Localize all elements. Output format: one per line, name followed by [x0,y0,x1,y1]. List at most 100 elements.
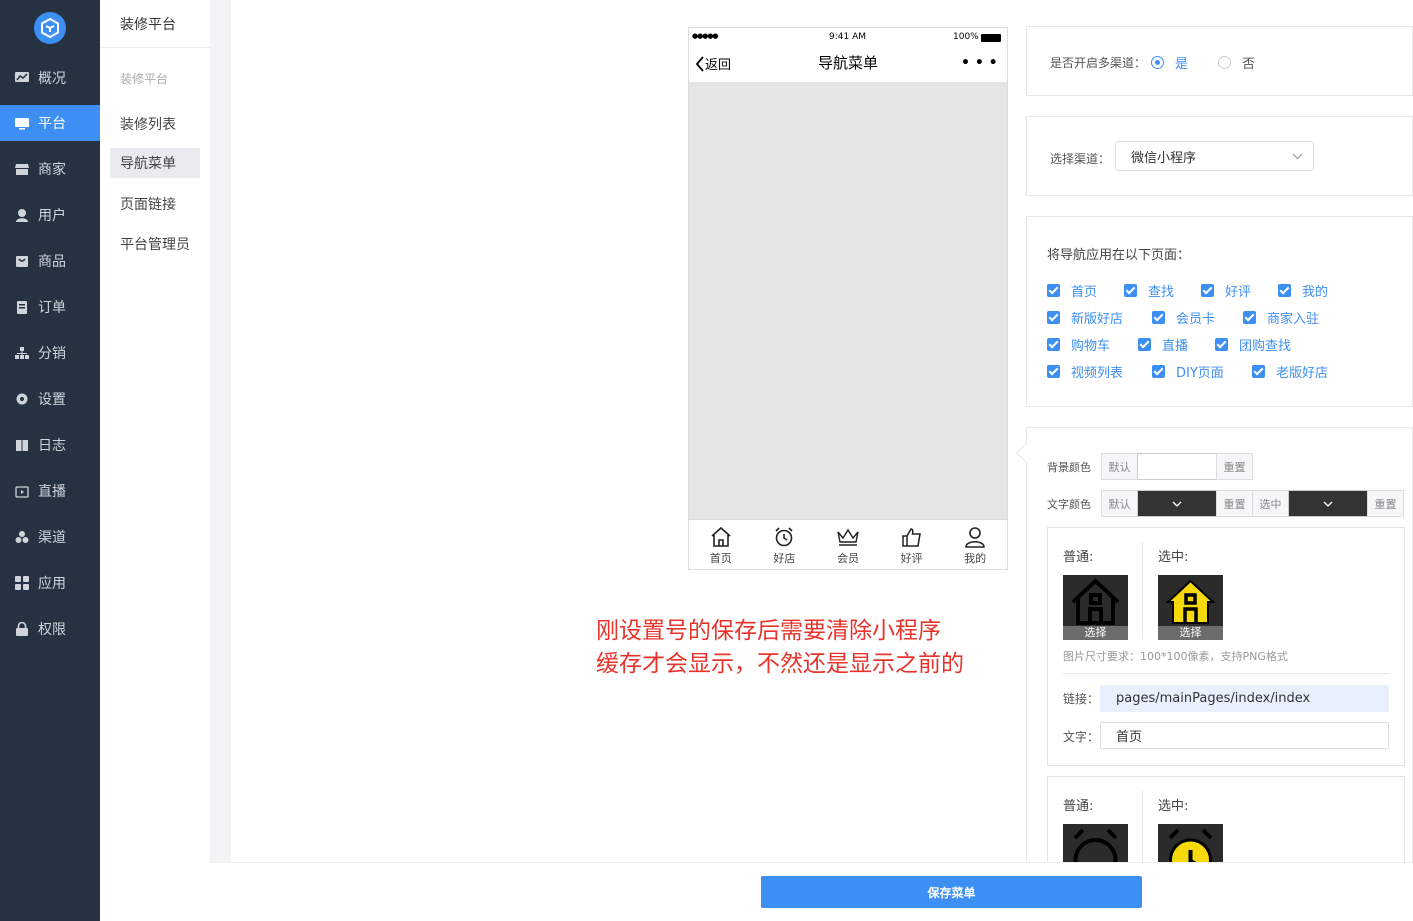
text-color-label: 文字颜色 [1047,498,1091,511]
radio-yes-dot [1151,56,1164,69]
text-selected-label: 选中 [1252,490,1289,517]
lock-icon [16,622,28,636]
sidebar-item-apps[interactable]: 应用 [0,565,100,601]
choose-button[interactable]: 选择 [1158,626,1223,640]
sidebar-item-distribution[interactable]: 分销 [0,335,100,371]
page-checkbox[interactable]: 商家入驻 [1243,308,1319,327]
tab-home[interactable]: 首页 [689,520,753,569]
chevron-down-icon [1172,501,1182,507]
text-reset-button[interactable]: 重置 [1216,490,1253,517]
tab-label: 首页 [709,552,732,565]
checkbox-label: 视频列表 [1071,366,1124,381]
page-checkbox[interactable]: 新版好店 [1047,308,1123,327]
text-selected-reset-button[interactable]: 重置 [1367,490,1404,517]
chevron-down-icon [1323,501,1333,507]
sidebar-item-user[interactable]: 用户 [0,197,100,233]
sidebar-item-label: 用户 [38,208,66,224]
tab-label: 我的 [964,552,987,565]
tab-mine[interactable]: 我的 [943,520,1007,569]
monitor-icon [15,118,29,130]
link-value: pages/mainPages/index/index [1116,691,1311,706]
page-checkbox[interactable]: 查找 [1124,281,1174,300]
subnav-item-decoration-list[interactable]: 装修列表 [110,109,200,139]
tab-shop[interactable]: 好店 [753,520,817,569]
checkbox-checked [1138,338,1151,351]
page-checkbox[interactable]: 我的 [1278,281,1328,300]
checkbox-label: 新版好店 [1071,312,1124,327]
crown-icon [837,528,859,546]
checkbox-label: DIY页面 [1176,366,1224,381]
bg-color-label: 背景颜色 [1047,461,1091,474]
bg-color-picker[interactable] [1137,453,1217,480]
page-checkbox[interactable]: DIY页面 [1152,362,1224,381]
nav-item-card: 普通: 选中: 选择 选择 图片尺寸要求：100*100像素，支持PNG格式 链… [1047,527,1405,766]
page-checkbox[interactable]: 好评 [1201,281,1251,300]
live-icon [15,486,29,498]
sidebar-item-settings[interactable]: 设置 [0,381,100,417]
sidebar-item-overview[interactable]: 概况 [0,60,100,96]
bag-icon [16,256,28,267]
icon-size-hint: 图片尺寸要求：100*100像素，支持PNG格式 [1063,650,1288,663]
bg-default-button[interactable]: 默认 [1101,453,1138,480]
alarm-clock-icon [775,527,793,547]
note-line-1: 刚设置号的保存后需要清除小程序 [596,618,941,644]
subnav-group-label: 装修平台 [120,72,169,86]
checkbox-label: 查找 [1148,285,1175,300]
sidebar-item-merchant[interactable]: 商家 [0,151,100,187]
text-default-button[interactable]: 默认 [1101,490,1138,517]
sidebar-item-platform[interactable]: 平台 [0,105,100,141]
page-checkbox[interactable]: 团购查找 [1215,335,1291,354]
sidebar-item-order[interactable]: 订单 [0,289,100,325]
page-checkbox[interactable]: 会员卡 [1152,308,1215,327]
channel-select[interactable]: 微信小程序 [1115,141,1314,171]
subnav-item-page-links[interactable]: 页面链接 [110,189,200,219]
sidebar-item-label: 商家 [38,162,66,178]
tab-member[interactable]: 会员 [816,520,880,569]
sidebar-item-channel[interactable]: 渠道 [0,519,100,555]
save-menu-button[interactable]: 保存菜单 [761,876,1142,908]
divider [1063,673,1390,674]
link-input[interactable]: pages/mainPages/index/index [1100,685,1389,712]
thumbs-up-icon [901,528,921,547]
tree-icon [15,347,29,359]
subnav-item-platform-admin[interactable]: 平台管理员 [110,229,200,259]
text-selected-color-picker[interactable] [1288,490,1368,517]
logo-icon [41,17,59,39]
normal-icon-upload[interactable] [1063,824,1128,862]
book-icon [16,440,28,451]
selected-icon-label: 选中: [1158,799,1189,814]
tab-review[interactable]: 好评 [880,520,944,569]
selected-icon-upload[interactable]: 选择 [1158,575,1223,640]
checkbox-checked [1047,338,1060,351]
subnav-item-nav-menu[interactable]: 导航菜单 [110,148,200,178]
sidebar-item-live[interactable]: 直播 [0,473,100,509]
checkbox-checked [1047,365,1060,378]
chart-icon [15,72,29,82]
sidebar-item-log[interactable]: 日志 [0,427,100,463]
choose-button[interactable]: 选择 [1063,626,1128,640]
selected-icon-upload[interactable] [1158,824,1223,862]
sidebar-item-label: 商品 [38,254,66,270]
page-checkbox[interactable]: 视频列表 [1047,362,1123,381]
bg-reset-button[interactable]: 重置 [1216,453,1253,480]
more-icon[interactable]: • • • [961,55,998,71]
normal-icon-upload[interactable]: 选择 [1063,575,1128,640]
page-checkbox[interactable]: 首页 [1047,281,1097,300]
sidebar-item-goods[interactable]: 商品 [0,243,100,279]
apply-pages-title: 将导航应用在以下页面： [1047,248,1191,263]
app-logo[interactable] [34,12,66,44]
page-checkbox[interactable]: 购物车 [1047,335,1110,354]
checkbox-checked [1124,284,1137,297]
radio-yes[interactable]: 是 [1151,53,1188,72]
text-input[interactable]: 首页 [1100,722,1389,749]
checkbox-checked [1215,338,1228,351]
page-checkbox[interactable]: 直播 [1138,335,1188,354]
store-icon [15,164,29,175]
checkbox-label: 直播 [1162,339,1189,354]
page-checkbox[interactable]: 老版好店 [1252,362,1328,381]
checkbox-checked [1201,284,1214,297]
radio-no[interactable]: 否 [1218,53,1255,72]
phone-title: 导航菜单 [817,54,878,72]
text-color-picker[interactable] [1137,490,1217,517]
sidebar-item-permission[interactable]: 权限 [0,611,100,647]
